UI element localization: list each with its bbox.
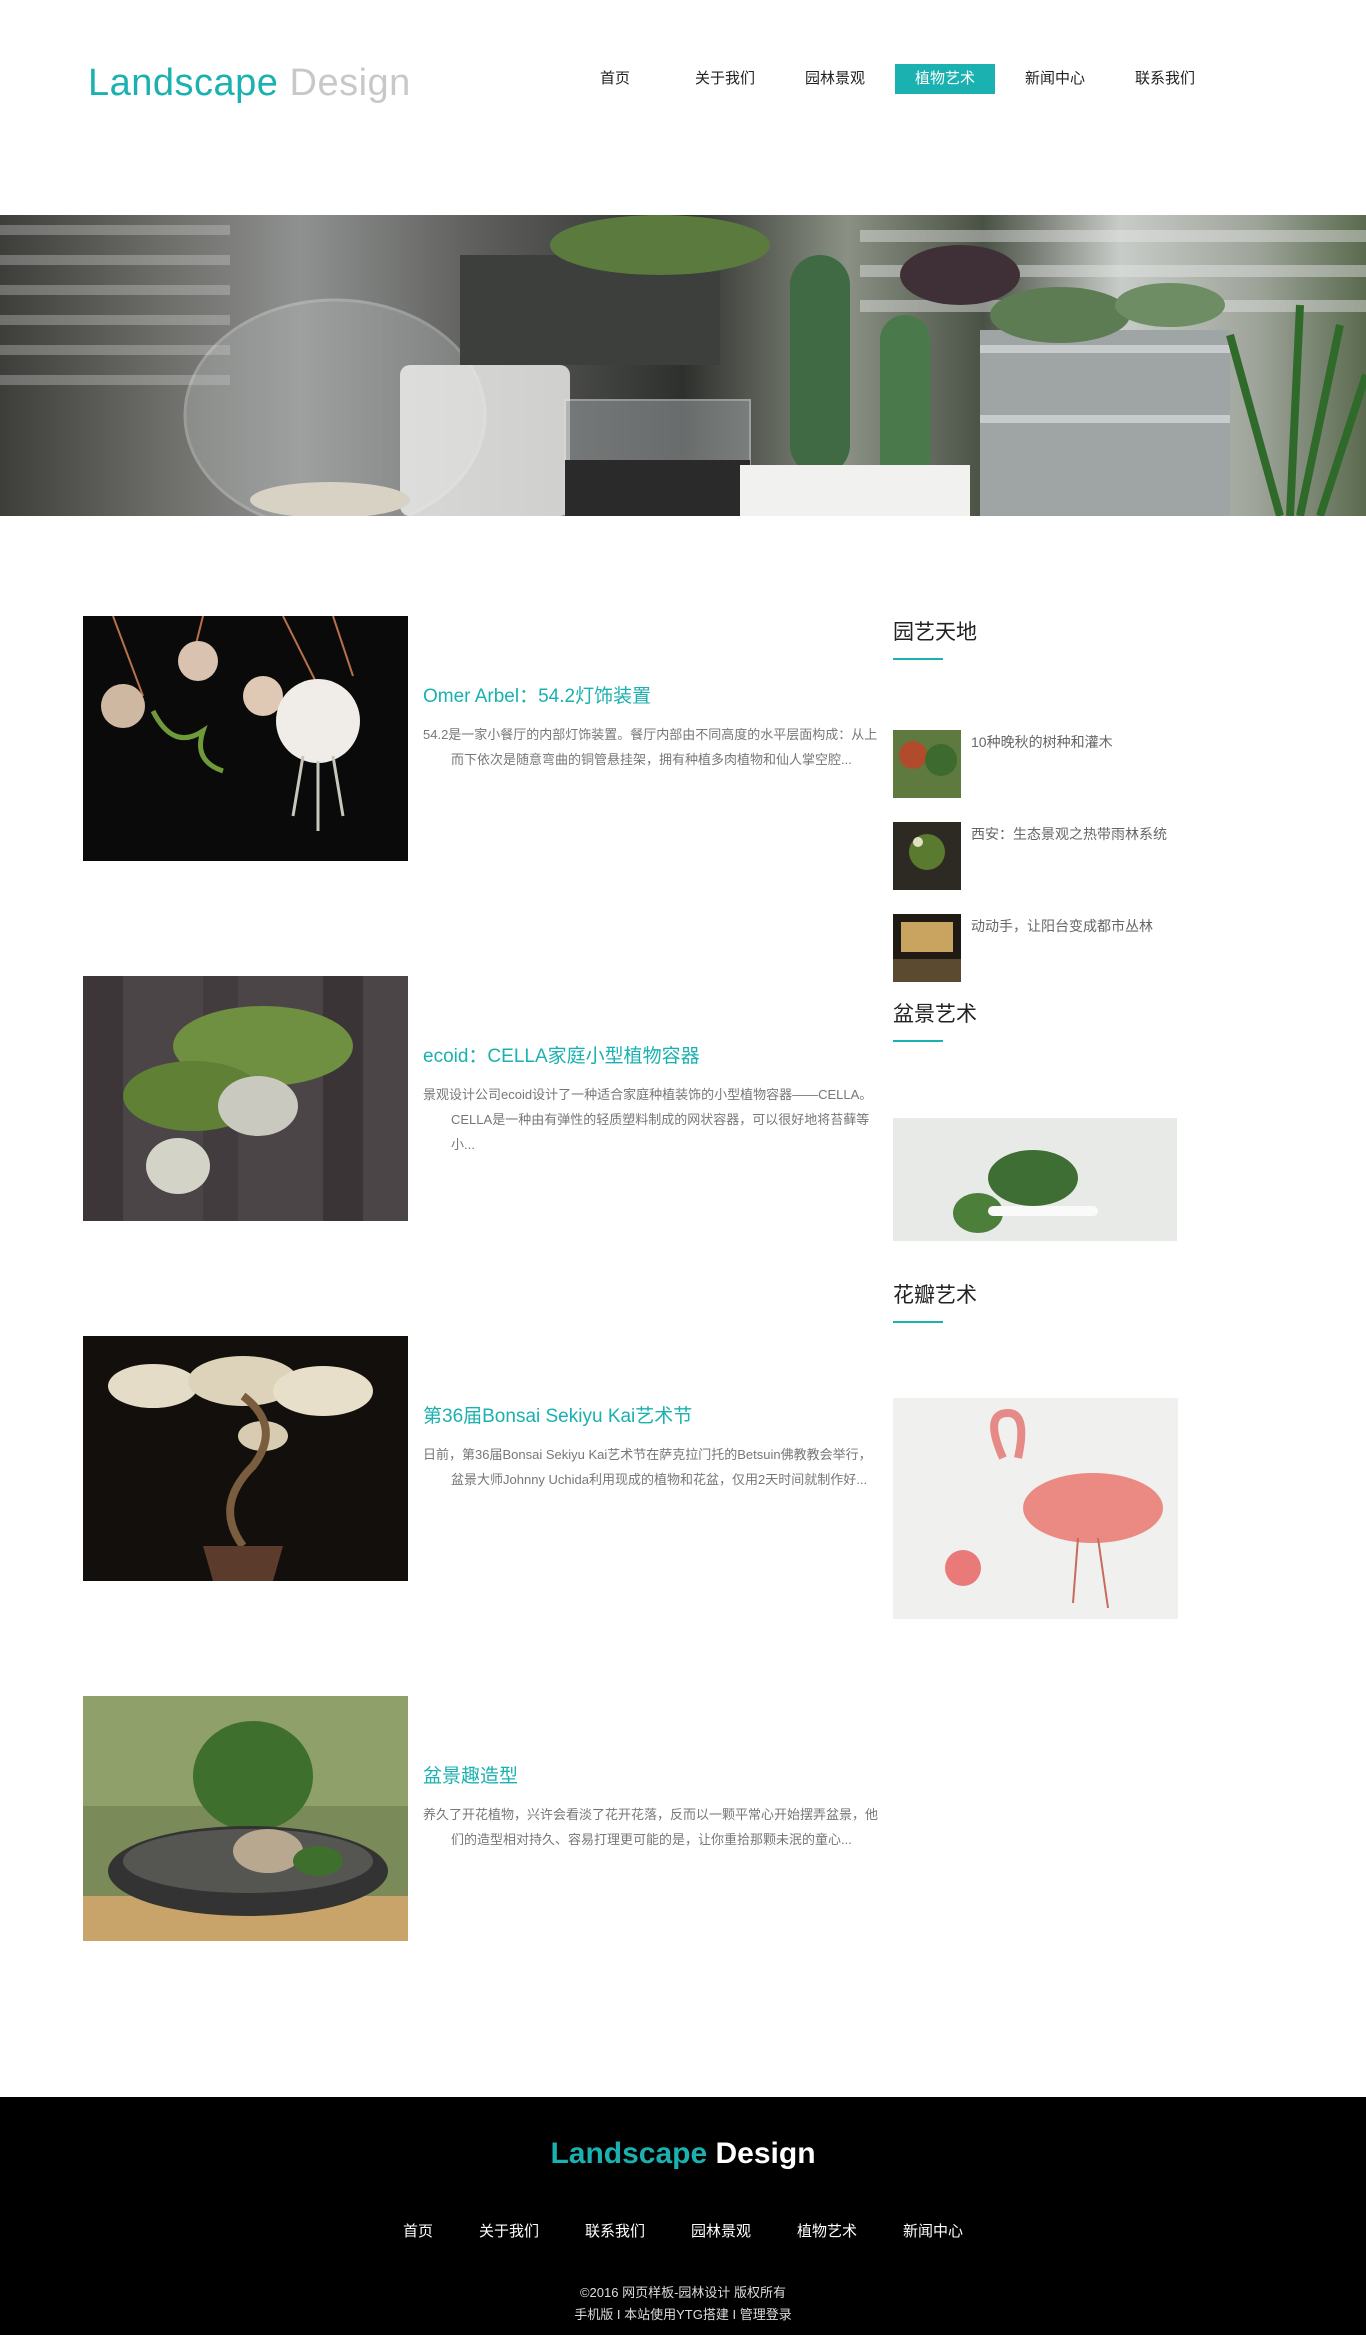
section-title: 园艺天地 (893, 621, 977, 644)
gardening-list: 10种晚秋的树种和灌木 西安：生态景观之热带雨林系统 动动手，让阳台变成都市丛林 (893, 730, 1193, 1006)
nav-label: 首页 (599, 70, 630, 87)
nav-item-plant-art[interactable]: 植物艺术 (890, 64, 1000, 94)
nav-label: 园林景观 (804, 70, 865, 87)
section-underline (893, 1040, 943, 1042)
side-item-label: 动动手，让阳台变成都市丛林 (971, 918, 1153, 934)
post-item: 第36届Bonsai Sekiyu Kai艺术节 日前，第36届Bonsai S… (83, 1336, 872, 1696)
side-item-label: 10种晚秋的树种和灌木 (971, 734, 1113, 750)
post-title[interactable]: 盆景趣造型 (423, 1761, 883, 1788)
banner-illustration (0, 215, 1366, 516)
bonsai-feature-image[interactable] (893, 1118, 1177, 1241)
post-item: ecoid：CELLA家庭小型植物容器 景观设计公司ecoid设计了一种适合家庭… (83, 976, 872, 1336)
hero-banner-image (0, 215, 1366, 516)
section-gardening: 园艺天地 10种晚秋的树种和灌木 西安：生态景观之热带雨林系统 动动手，让阳台变… (893, 616, 1193, 1006)
logo-part1: Landscape (88, 62, 279, 104)
hanging-lamp-image (83, 616, 408, 861)
post-excerpt: 养久了开花植物，兴许会看淡了花开花落，反而以一颗平常心开始摆弄盆景，他们的造型相… (423, 1807, 879, 1847)
sidebar: 园艺天地 10种晚秋的树种和灌木 西安：生态景观之热带雨林系统 动动手，让阳台变… (893, 616, 1193, 1619)
post-excerpt: 日前，第36届Bonsai Sekiyu Kai艺术节在萨克拉门托的Betsui… (423, 1447, 872, 1487)
post-thumbnail[interactable] (83, 1336, 408, 1581)
link-separator: I (728, 2307, 740, 2322)
site-logo[interactable]: Landscape Design (88, 62, 411, 105)
footer-nav: 首页 关于我们 联系我们 园林景观 植物艺术 新闻中心 (0, 2220, 1366, 2241)
nav-item-contact[interactable]: 联系我们 (1110, 64, 1220, 94)
nav-label: 关于我们 (694, 70, 755, 87)
main-content: Omer Arbel：54.2灯饰装置 54.2是一家小餐厅的内部灯饰装置。餐厅… (0, 516, 1366, 2097)
side-item-thumbnail (893, 730, 961, 798)
post-title[interactable]: ecoid：CELLA家庭小型植物容器 (423, 1041, 883, 1068)
post-item: Omer Arbel：54.2灯饰装置 54.2是一家小餐厅的内部灯饰装置。餐厅… (83, 616, 877, 976)
plant-container-image (83, 976, 408, 1221)
nav-item-news[interactable]: 新闻中心 (1000, 64, 1110, 94)
footer-logo-part2: Design (715, 2137, 816, 2170)
flamingo-feature-image[interactable] (893, 1398, 1178, 1619)
footer-nav-about[interactable]: 关于我们 (479, 2220, 539, 2241)
main-nav: 首页 关于我们 园林景观 植物艺术 新闻中心 联系我们 (560, 64, 1220, 94)
post-title[interactable]: 第36届Bonsai Sekiyu Kai艺术节 (423, 1401, 883, 1428)
mobile-version-link[interactable]: 手机版 (574, 2307, 613, 2322)
ytg-link[interactable]: 本站使用YTG搭建 (624, 2307, 729, 2322)
post-thumbnail[interactable] (83, 616, 408, 861)
side-list-item[interactable]: 动动手，让阳台变成都市丛林 (893, 914, 1193, 1006)
footer-nav-plant-art[interactable]: 植物艺术 (797, 2220, 857, 2241)
side-item-label: 西安：生态景观之热带雨林系统 (971, 826, 1167, 842)
footer-nav-home[interactable]: 首页 (403, 2220, 433, 2241)
nav-item-home[interactable]: 首页 (560, 64, 670, 94)
site-footer: Landscape Design 首页 关于我们 联系我们 园林景观 植物艺术 … (0, 2097, 1366, 2335)
post-item: 盆景趣造型 养久了开花植物，兴许会看淡了花开花落，反而以一颗平常心开始摆弄盆景，… (83, 1696, 878, 2056)
post-excerpt: 景观设计公司ecoid设计了一种适合家庭种植装饰的小型植物容器——CELLA。C… (423, 1087, 873, 1152)
copyright-text: ©2016 网页样板-园林设计 版权所有 (579, 2285, 787, 2300)
admin-login-link[interactable]: 管理登录 (740, 2307, 792, 2322)
side-list-item[interactable]: 西安：生态景观之热带雨林系统 (893, 822, 1193, 914)
section-underline (893, 658, 943, 660)
link-separator: I (613, 2307, 625, 2322)
post-thumbnail[interactable] (83, 1696, 408, 1941)
post-thumbnail[interactable] (83, 976, 408, 1221)
post-list: Omer Arbel：54.2灯饰装置 54.2是一家小餐厅的内部灯饰装置。餐厅… (83, 616, 878, 2056)
section-underline (893, 1321, 943, 1323)
nav-label: 植物艺术 (894, 64, 995, 94)
bonsai-landscape-image (83, 1696, 408, 1941)
side-item-thumbnail (893, 822, 961, 890)
footer-logo-part1: Landscape (550, 2137, 708, 2170)
footer-nav-contact[interactable]: 联系我们 (585, 2220, 645, 2241)
footer-logo[interactable]: Landscape Design (0, 2137, 1366, 2171)
post-excerpt: 54.2是一家小餐厅的内部灯饰装置。餐厅内部由不同高度的水平层面构成：从上而下依… (423, 727, 878, 767)
post-title[interactable]: Omer Arbel：54.2灯饰装置 (423, 681, 883, 708)
side-list-item[interactable]: 10种晚秋的树种和灌木 (893, 730, 1193, 822)
nav-label: 新闻中心 (1024, 70, 1085, 87)
footer-nav-news[interactable]: 新闻中心 (903, 2220, 963, 2241)
side-item-thumbnail (893, 914, 961, 982)
nav-label: 联系我们 (1134, 70, 1195, 87)
section-bonsai: 盆景艺术 (893, 998, 1193, 1241)
logo-part2: Design (289, 62, 411, 104)
footer-links: 手机版 I 本站使用YTG搭建 I 管理登录 (0, 2304, 1366, 2323)
nav-item-about[interactable]: 关于我们 (670, 64, 780, 94)
nav-item-landscape[interactable]: 园林景观 (780, 64, 890, 94)
section-title: 花瓣艺术 (893, 1284, 977, 1307)
bonsai-tree-image (83, 1336, 408, 1581)
section-petal-art: 花瓣艺术 (893, 1279, 1193, 1619)
footer-nav-landscape[interactable]: 园林景观 (691, 2220, 751, 2241)
site-header: Landscape Design 首页 关于我们 园林景观 植物艺术 新闻中心 … (0, 0, 1366, 215)
